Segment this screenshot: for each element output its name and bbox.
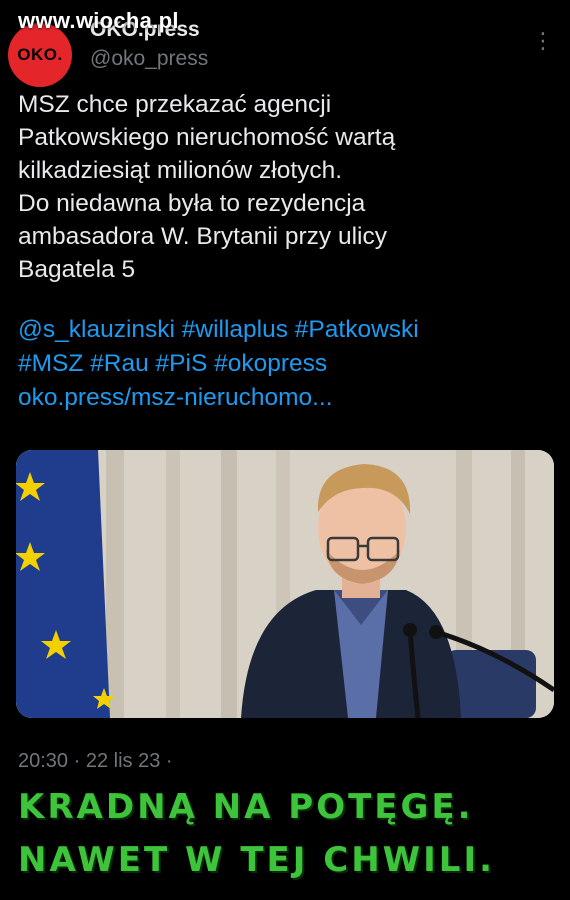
more-options-icon[interactable]: ⋮ [532,30,554,52]
caption-line-1: KRADNĄ NA POTĘGĘ. [18,787,474,827]
mention-link[interactable]: @s_klauzinski [18,316,175,343]
hashtag-link[interactable]: #Rau [90,350,149,377]
tweet-text: MSZ chce przekazać agencji Patkowskiego … [18,91,396,283]
hashtag-link[interactable]: #Patkowski [295,316,419,343]
watermark: www.wiocha.pl [18,8,179,33]
hashtag-link[interactable]: #okopress [214,350,327,377]
hashtag-link[interactable]: #MSZ [18,350,83,377]
hashtag-link[interactable]: #PiS [156,350,208,377]
article-link[interactable]: oko.press/msz-nieruchomo... [18,384,333,411]
caption-line-2: NAWET W TEJ CHWILI. [18,840,496,880]
hashtag-link[interactable]: #willaplus [182,316,288,343]
tweet-tags: @s_klauzinski #willaplus #Patkowski #MSZ… [18,313,548,415]
handle[interactable]: @oko_press [90,47,208,71]
tweet-timestamp[interactable]: 20:30 · 22 lis 23 · [18,750,173,773]
tweet-photo[interactable] [16,450,554,718]
avatar-logo-text: OKO. [17,45,63,64]
photo-illustration [16,450,554,718]
